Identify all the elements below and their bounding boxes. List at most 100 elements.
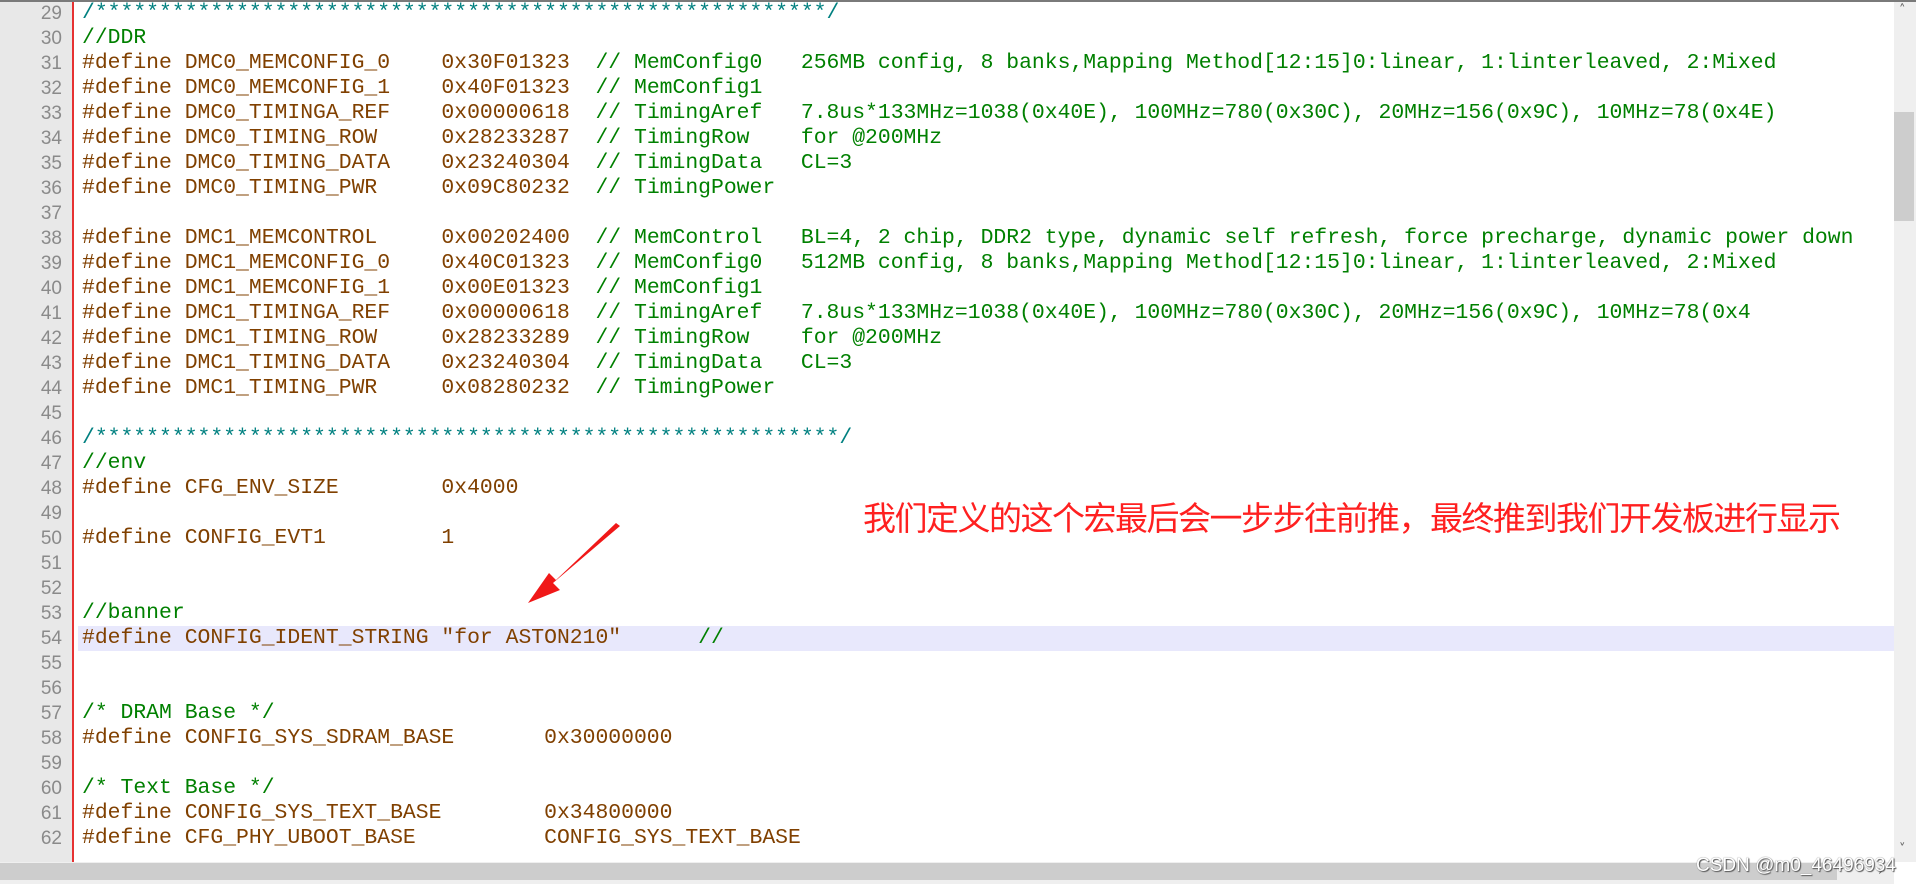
code-line-text[interactable]: //DDR [78, 26, 1894, 51]
line-number: 42 [40, 328, 62, 349]
code-line-text[interactable]: #define DMC1_TIMINGA_REF 0x00000618 // T… [78, 301, 1894, 326]
code-line[interactable]: 48 #define CFG_ENV_SIZE 0x4000 [0, 476, 1894, 501]
chevron-up-icon[interactable]: ˄ [1899, 3, 1906, 18]
line-number: 46 [40, 428, 62, 449]
code-line[interactable]: 52 [0, 576, 1894, 601]
code-line[interactable]: 58 #define CONFIG_SYS_SDRAM_BASE 0x300000… [0, 726, 1894, 751]
code-line-text[interactable] [78, 651, 1894, 676]
code-line[interactable]: 61 #define CONFIG_SYS_TEXT_BASE 0x3480000… [0, 801, 1894, 826]
line-number: 47 [40, 453, 62, 474]
line-number: 45 [40, 403, 62, 424]
code-line-text[interactable] [78, 676, 1894, 701]
code-line-text[interactable] [78, 201, 1894, 226]
code-line-text[interactable]: #define DMC0_MEMCONFIG_1 0x40F01323 // M… [78, 76, 1894, 101]
code-line-text[interactable]: #define DMC0_TIMING_ROW 0x28233287 // Ti… [78, 126, 1894, 151]
line-number: 36 [40, 178, 62, 199]
code-line[interactable]: 40 #define DMC1_MEMCONFIG_1 0x00E01323 //… [0, 276, 1894, 301]
code-line[interactable]: 62 #define CFG_PHY_UBOOT_BASE CONFIG_SYS_… [0, 826, 1894, 851]
code-line-text[interactable]: #define CFG_PHY_UBOOT_BASE CONFIG_SYS_TE… [78, 826, 1894, 851]
code-line-text[interactable]: //banner [78, 601, 1894, 626]
code-token: #define CONFIG_SYS_SDRAM_BASE 0x30000000 [82, 726, 673, 750]
code-line[interactable]: 54 #define CONFIG_IDENT_STRING "for ASTON… [0, 626, 1894, 651]
code-line[interactable]: 53 //banner [0, 601, 1894, 626]
code-line-text[interactable] [78, 401, 1894, 426]
code-line-text[interactable]: /* DRAM Base */ [78, 701, 1894, 726]
code-line-text[interactable]: #define DMC1_MEMCONFIG_0 0x40C01323 // M… [78, 251, 1894, 276]
line-number: 60 [40, 778, 62, 799]
line-number: 51 [40, 553, 62, 574]
comment-token: // TimingAref 7.8us*133MHz=1038(0x40E), … [595, 301, 1751, 325]
code-line-text[interactable]: #define CONFIG_SYS_SDRAM_BASE 0x30000000 [78, 726, 1894, 751]
code-line-text[interactable] [78, 576, 1894, 601]
code-token: #define CFG_PHY_UBOOT_BASE CONFIG_SYS_TE… [82, 826, 801, 850]
code-line-text[interactable]: #define DMC1_TIMING_ROW 0x28233289 // Ti… [78, 326, 1894, 351]
code-line-text[interactable]: #define DMC1_MEMCONTROL 0x00202400 // Me… [78, 226, 1894, 251]
code-line[interactable]: 39 #define DMC1_MEMCONFIG_0 0x40C01323 //… [0, 251, 1894, 276]
code-editor[interactable]: 29 /*************************************… [0, 1, 1894, 862]
code-token: #define CONFIG_IDENT_STRING "for ASTON21… [82, 626, 699, 650]
code-line[interactable]: 29 /*************************************… [0, 1, 1894, 26]
comment-token: //env [82, 451, 147, 475]
code-line-text[interactable]: #define DMC0_TIMING_DATA 0x23240304 // T… [78, 151, 1894, 176]
code-token: #define DMC1_MEMCONTROL 0x00202400 [82, 226, 596, 250]
code-line[interactable]: 44 #define DMC1_TIMING_PWR 0x08280232 // … [0, 376, 1894, 401]
comment-token: // MemConfig1 [595, 276, 763, 300]
code-line-text[interactable]: #define CFG_ENV_SIZE 0x4000 [78, 476, 1894, 501]
code-line[interactable]: 32 #define DMC0_MEMCONFIG_1 0x40F01323 //… [0, 76, 1894, 101]
code-line[interactable]: 47 //env [0, 451, 1894, 476]
line-number: 59 [40, 753, 62, 774]
line-number: 56 [40, 678, 62, 699]
code-line-text[interactable]: /* Text Base */ [78, 776, 1894, 801]
code-line[interactable]: 35 #define DMC0_TIMING_DATA 0x23240304 //… [0, 151, 1894, 176]
code-line-text[interactable]: #define DMC0_MEMCONFIG_0 0x30F01323 // M… [78, 51, 1894, 76]
code-line-text[interactable]: #define CONFIG_IDENT_STRING "for ASTON21… [78, 626, 1894, 651]
code-line[interactable]: 57 /* DRAM Base */ [0, 701, 1894, 726]
code-line-text[interactable]: /***************************************… [78, 1, 1894, 26]
code-line[interactable]: 60 /* Text Base */ [0, 776, 1894, 801]
line-number: 33 [40, 103, 62, 124]
code-line[interactable]: 34 #define DMC0_TIMING_ROW 0x28233287 // … [0, 126, 1894, 151]
code-token: #define DMC1_TIMING_ROW 0x28233289 [82, 326, 596, 350]
code-line[interactable]: 46 /*************************************… [0, 426, 1894, 451]
horizontal-scrollbar-thumb[interactable] [0, 863, 1837, 880]
code-line-text[interactable]: #define DMC1_TIMING_PWR 0x08280232 // Ti… [78, 376, 1894, 401]
code-line[interactable]: 51 [0, 551, 1894, 576]
code-line-text[interactable]: #define DMC1_TIMING_DATA 0x23240304 // T… [78, 351, 1894, 376]
code-line[interactable]: 30 //DDR [0, 26, 1894, 51]
code-line-text[interactable]: #define CONFIG_SYS_TEXT_BASE 0x34800000 [78, 801, 1894, 826]
code-line[interactable]: 56 [0, 676, 1894, 701]
code-line-text[interactable]: //env [78, 451, 1894, 476]
block-comment-token: /***************************************… [82, 426, 853, 450]
code-line[interactable]: 59 [0, 751, 1894, 776]
comment-token: // TimingRow for @200MHz [595, 326, 943, 350]
comment-token: // MemConfig0 512MB config, 8 banks,Mapp… [595, 251, 1777, 275]
code-line-text[interactable]: #define DMC1_MEMCONFIG_1 0x00E01323 // M… [78, 276, 1894, 301]
code-token: #define DMC0_TIMING_ROW 0x28233287 [82, 126, 596, 150]
code-line-text[interactable]: #define DMC0_TIMING_PWR 0x09C80232 // Ti… [78, 176, 1894, 201]
comment-token: // TimingData CL=3 [595, 151, 853, 175]
code-line[interactable]: 38 #define DMC1_MEMCONTROL 0x00202400 // … [0, 226, 1894, 251]
code-token: #define DMC1_TIMING_DATA 0x23240304 [82, 351, 596, 375]
line-number: 54 [40, 628, 62, 649]
code-line[interactable]: 31 #define DMC0_MEMCONFIG_0 0x30F01323 //… [0, 51, 1894, 76]
code-line[interactable]: 55 [0, 651, 1894, 676]
code-line[interactable]: 43 #define DMC1_TIMING_DATA 0x23240304 //… [0, 351, 1894, 376]
code-token: #define CFG_ENV_SIZE 0x4000 [82, 476, 519, 500]
code-line-text[interactable] [78, 551, 1894, 576]
code-line[interactable]: 33 #define DMC0_TIMINGA_REF 0x00000618 //… [0, 101, 1894, 126]
code-token: #define DMC1_MEMCONFIG_0 0x40C01323 [82, 251, 596, 275]
code-line-text[interactable]: #define DMC0_TIMINGA_REF 0x00000618 // T… [78, 101, 1894, 126]
watermark: CSDN @m0_46496934 [1696, 855, 1896, 876]
line-number: 57 [40, 703, 62, 724]
code-line[interactable]: 37 [0, 201, 1894, 226]
code-line[interactable]: 36 #define DMC0_TIMING_PWR 0x09C80232 // … [0, 176, 1894, 201]
code-line-text[interactable] [78, 751, 1894, 776]
chevron-down-icon[interactable]: ˅ [1899, 842, 1906, 857]
vertical-scrollbar-thumb[interactable] [1894, 112, 1914, 221]
code-line[interactable]: 45 [0, 401, 1894, 426]
code-line-text[interactable]: /***************************************… [78, 426, 1894, 451]
comment-token: // TimingPower [595, 176, 776, 200]
comment-token: // MemControl BL=4, 2 chip, DDR2 type, d… [595, 226, 1854, 250]
code-line[interactable]: 41 #define DMC1_TIMINGA_REF 0x00000618 //… [0, 301, 1894, 326]
code-line[interactable]: 42 #define DMC1_TIMING_ROW 0x28233289 // … [0, 326, 1894, 351]
